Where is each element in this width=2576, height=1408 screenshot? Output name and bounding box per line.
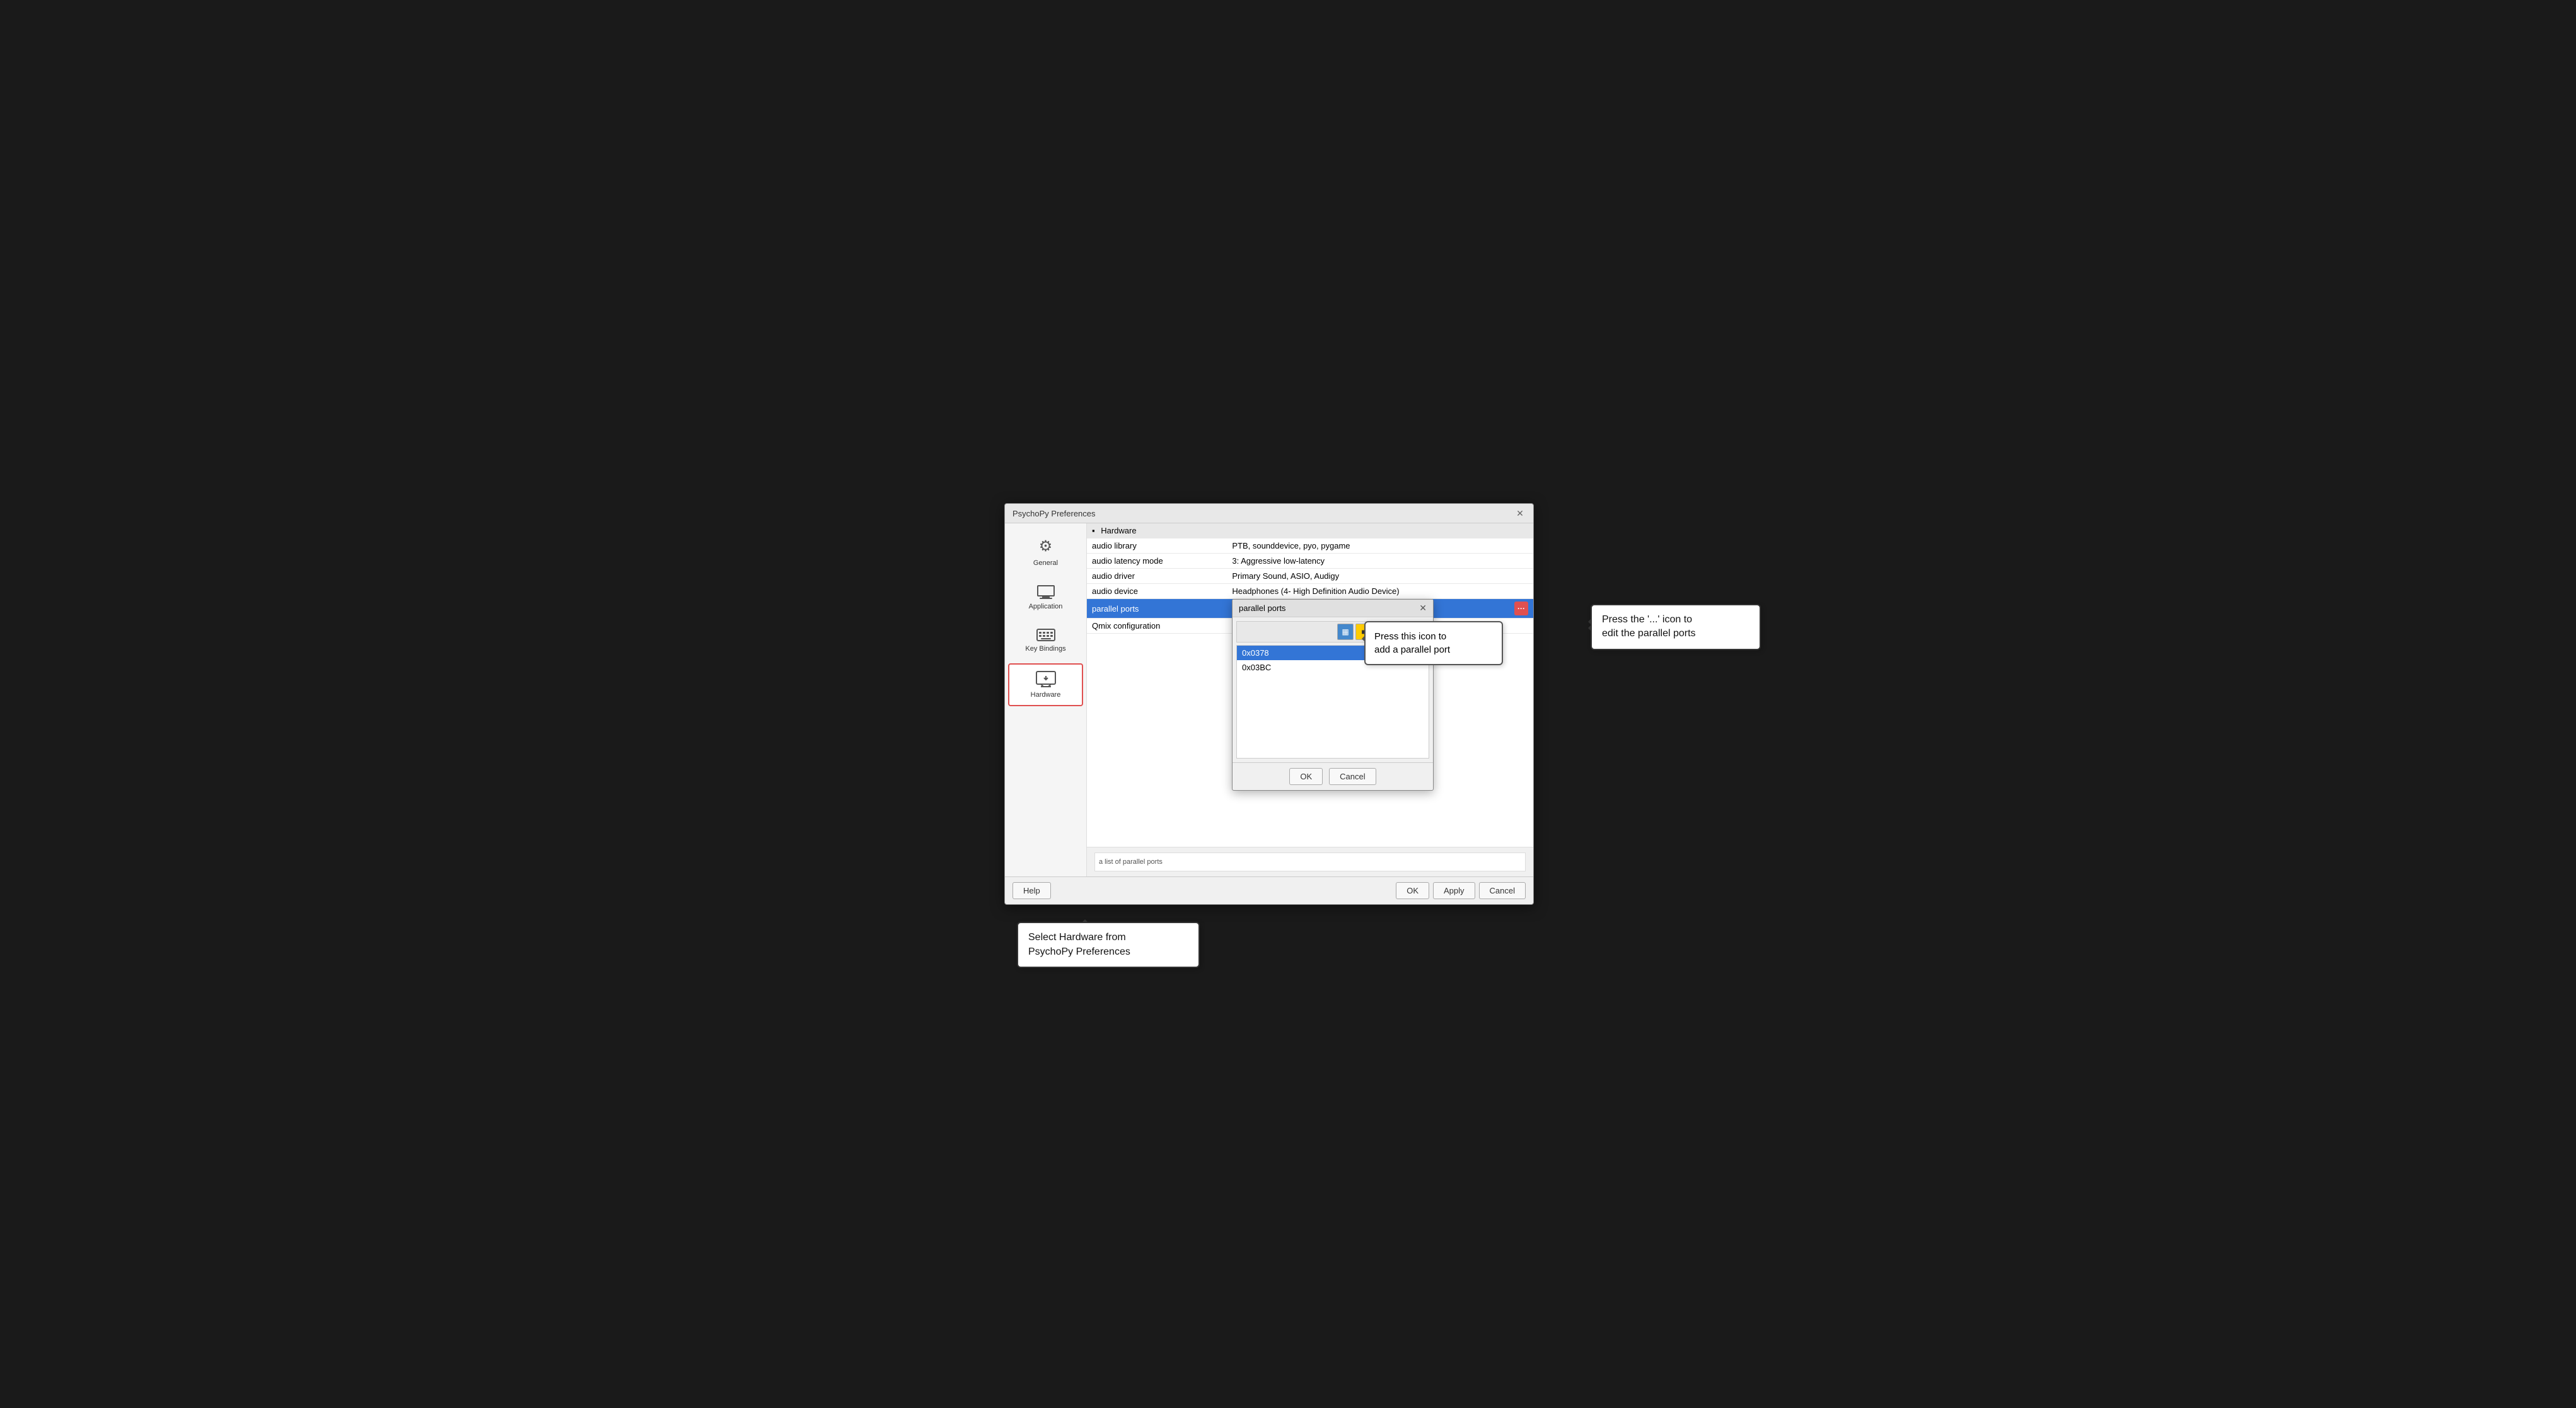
main-panel: ▪ Hardware audio library PTB, sounddevic… — [1087, 523, 1533, 876]
window-close-button[interactable]: ✕ — [1514, 508, 1526, 519]
sidebar-item-general[interactable]: ⚙ General — [1008, 530, 1083, 574]
callout-ellipsis-instruction: Press the '...' icon to edit the paralle… — [1591, 604, 1761, 650]
sidebar-item-keybindings[interactable]: Key Bindings — [1008, 621, 1083, 660]
modal-title: parallel ports — [1239, 603, 1285, 613]
gear-icon: ⚙ — [1039, 537, 1053, 556]
app-icon — [1037, 585, 1055, 599]
title-bar: PsychoPy Preferences ✕ — [1005, 504, 1533, 523]
main-window: PsychoPy Preferences ✕ ⚙ General Applica… — [1004, 503, 1534, 905]
sidebar: ⚙ General Application — [1005, 523, 1087, 876]
cancel-button[interactable]: Cancel — [1479, 882, 1526, 899]
monitor-icon — [1036, 671, 1056, 687]
sidebar-label-keybindings: Key Bindings — [1025, 645, 1065, 653]
callout-hardware-instruction: Select Hardware from PsychoPy Preference… — [1017, 922, 1200, 968]
modal-overlay: parallel ports ✕ ▦ ■ ✕ ▲ ▼ — [1087, 523, 1533, 876]
footer-right-buttons: OK Apply Cancel — [1396, 882, 1526, 899]
sidebar-label-hardware: Hardware — [1031, 691, 1061, 699]
modal-footer: OK Cancel — [1233, 762, 1433, 790]
sidebar-label-application: Application — [1029, 603, 1063, 610]
modal-cancel-button[interactable]: Cancel — [1329, 768, 1376, 785]
modal-close-button[interactable]: ✕ — [1419, 603, 1427, 614]
columns-button[interactable]: ▦ — [1337, 624, 1354, 640]
modal-ok-button[interactable]: OK — [1289, 768, 1323, 785]
sidebar-item-application[interactable]: Application — [1008, 578, 1083, 618]
content-area: ⚙ General Application — [1005, 523, 1533, 876]
ok-button[interactable]: OK — [1396, 882, 1429, 899]
footer: Help OK Apply Cancel — [1005, 876, 1533, 904]
sidebar-item-hardware[interactable]: Hardware — [1008, 663, 1083, 706]
add-port-tooltip: Press this icon to add a parallel port — [1364, 621, 1503, 665]
apply-button[interactable]: Apply — [1433, 882, 1475, 899]
window-title: PsychoPy Preferences — [1012, 509, 1096, 518]
modal-title-bar: parallel ports ✕ — [1233, 600, 1433, 617]
sidebar-label-general: General — [1033, 559, 1058, 567]
keyboard-icon — [1036, 629, 1055, 641]
help-button[interactable]: Help — [1012, 882, 1051, 899]
